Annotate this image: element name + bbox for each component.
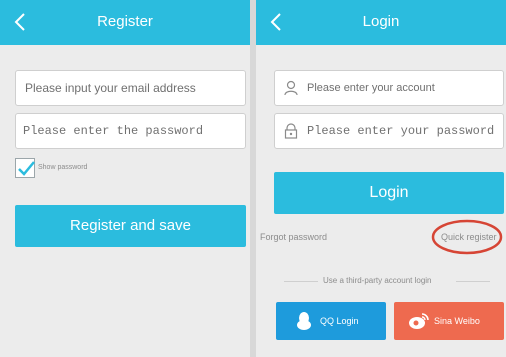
divider-left <box>284 281 318 282</box>
login-title: Login <box>362 13 400 30</box>
register-screen: Register Please input your email address… <box>0 0 250 357</box>
register-header: Register <box>0 0 250 45</box>
register-and-save-button[interactable]: Register and save <box>15 205 246 247</box>
user-icon <box>283 80 299 101</box>
highlight-circle <box>431 219 503 255</box>
email-placeholder: Please input your email address <box>25 81 196 95</box>
qq-login-label: QQ Login <box>320 316 359 326</box>
account-placeholder: Please enter your account <box>307 82 435 94</box>
show-password-checkbox[interactable] <box>15 158 35 178</box>
login-password-placeholder: Please enter your password <box>307 124 495 138</box>
sina-weibo-label: Sina Weibo <box>434 316 480 326</box>
login-screen: Login Please enter your account Please e… <box>256 0 506 357</box>
register-title: Register <box>97 13 153 30</box>
qq-login-button[interactable]: QQ Login <box>276 302 386 340</box>
email-input[interactable]: Please input your email address <box>15 70 246 106</box>
checkmark-icon <box>18 161 35 176</box>
forgot-password-link[interactable]: Forgot password <box>260 232 327 242</box>
login-header: Login <box>256 0 506 45</box>
weibo-icon <box>408 312 430 332</box>
show-password-label: Show password <box>38 164 88 171</box>
login-password-input[interactable]: Please enter your password <box>274 113 504 149</box>
qq-penguin-icon <box>296 311 312 333</box>
register-password-placeholder: Please enter the password <box>23 124 204 138</box>
register-password-input[interactable]: Please enter the password <box>15 113 246 149</box>
sina-weibo-button[interactable]: Sina Weibo <box>394 302 504 340</box>
divider-right <box>456 281 490 282</box>
lock-icon <box>283 123 299 144</box>
third-party-login-label: Use a third-party account login <box>323 276 432 285</box>
login-button[interactable]: Login <box>274 172 504 214</box>
account-input[interactable]: Please enter your account <box>274 70 504 106</box>
